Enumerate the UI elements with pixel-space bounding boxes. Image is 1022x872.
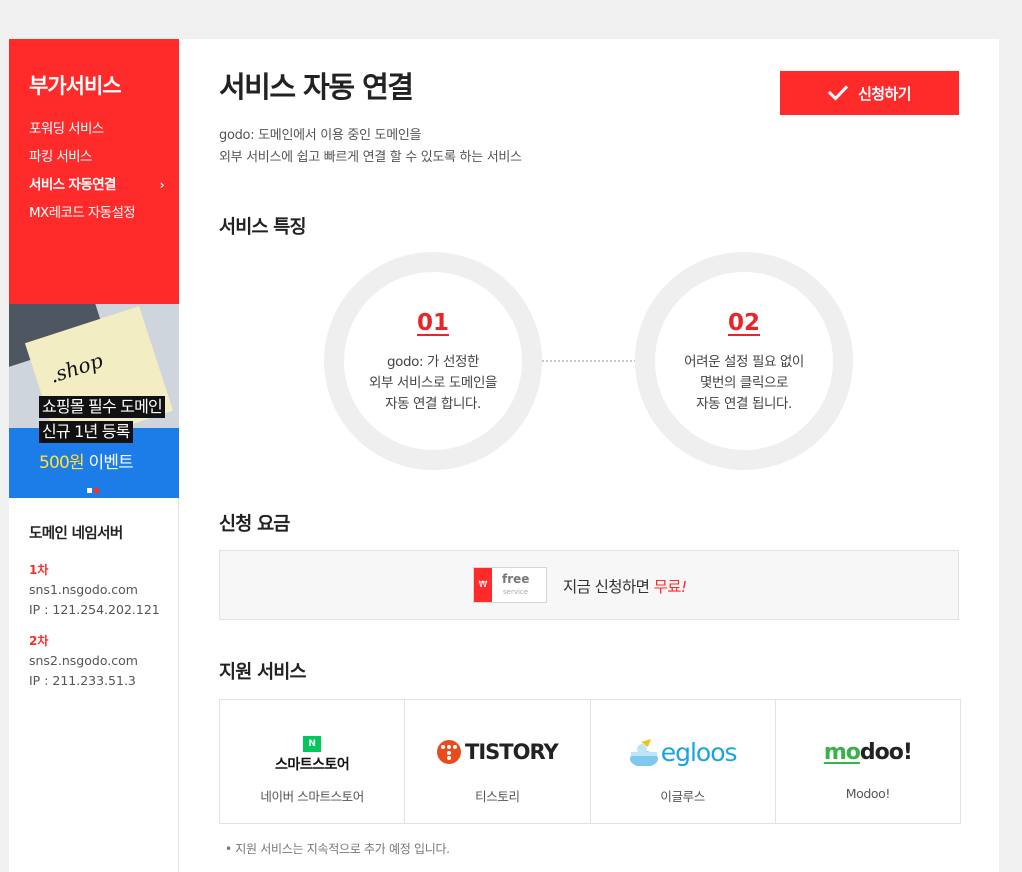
sidebar-menu: 포워딩 서비스 파킹 서비스 서비스 자동연결 › MX레코드 자동설정: [29, 119, 165, 231]
fee-text: 지금 신청하면 무료!: [563, 575, 687, 597]
shop-domain-banner[interactable]: .shop 쇼핑몰 필수 도메인 신규 1년 등록 500원 이벤트: [9, 304, 179, 498]
fee-box: ₩ free service 지금 신청하면 무료!: [219, 550, 959, 620]
feature-text: 어려운 설정 필요 없이 몇번의 클릭으로 자동 연결 됩니다.: [655, 352, 833, 415]
nameserver-secondary-label: 2차: [29, 634, 49, 648]
fee-text-prefix: 지금 신청하면: [563, 578, 654, 596]
feature-number: 02: [727, 310, 760, 336]
modoo-logo: modoo!: [776, 732, 960, 772]
nameserver-primary-label: 1차: [29, 563, 49, 577]
tistory-logo: TISTORY: [405, 732, 589, 772]
feature-connector: [542, 360, 636, 362]
description-line-2: 외부 서비스에 쉽고 빠르게 연결 할 수 있도록 하는 서비스: [219, 150, 522, 165]
banner-line-1: 쇼핑몰 필수 도메인: [39, 396, 165, 418]
sidebar-item-service-auto-connect[interactable]: 서비스 자동연결 ›: [29, 175, 165, 203]
features-title: 서비스 특징: [219, 217, 307, 238]
fee-title: 신청 요금: [219, 514, 290, 535]
banner-pager: [87, 478, 101, 497]
feature-text-line: 외부 서비스로 도메인을: [369, 375, 497, 391]
feature-circle-01: 01 godo: 가 선정한 외부 서비스로 도메인을 자동 연결 합니다.: [324, 252, 542, 470]
nameserver-secondary: 2차 sns2.nsgodo.com IP : 211.233.51.3: [29, 631, 138, 691]
description-line-1: godo: 도메인에서 이용 중인 도메인을: [219, 128, 422, 143]
won-tag: ₩: [474, 568, 492, 602]
service-name: 이글루스: [660, 789, 705, 804]
feature-text-line: 자동 연결 합니다.: [385, 396, 481, 412]
service-name: Modoo!: [845, 786, 891, 801]
sidebar: 부가서비스 포워딩 서비스 파킹 서비스 서비스 자동연결 › MX레코드 자동…: [9, 39, 179, 872]
sidebar-title: 부가서비스: [29, 74, 122, 98]
service-name: 네이버 스마트스토어: [260, 789, 364, 804]
apply-button[interactable]: 신청하기: [780, 71, 959, 115]
smartstore-logo: N 스마트스토어: [220, 732, 404, 773]
page-description: godo: 도메인에서 이용 중인 도메인을 외부 서비스에 쉽고 빠르게 연결…: [219, 125, 522, 169]
egloos-logo: egloos: [591, 732, 775, 772]
modoo-logo-text-b: doo!: [859, 739, 913, 765]
feature-text: godo: 가 선정한 외부 서비스로 도메인을 자동 연결 합니다.: [344, 352, 522, 415]
page-title: 서비스 자동 연결: [219, 70, 414, 104]
sidebar-item-parking[interactable]: 파킹 서비스: [29, 147, 164, 175]
banner-dot-2[interactable]: [94, 488, 99, 493]
naver-n-icon: N: [303, 735, 322, 752]
sidebar-item-forwarding[interactable]: 포워딩 서비스: [29, 119, 164, 147]
fee-exclaim: !: [680, 578, 687, 596]
banner-event-label: 이벤트: [83, 453, 134, 473]
service-egloos[interactable]: egloos 이글루스: [591, 700, 776, 823]
feature-text-line: 몇번의 클릭으로: [699, 375, 789, 391]
feature-number: 01: [416, 310, 449, 336]
service-modoo[interactable]: modoo! Modoo!: [776, 700, 960, 823]
feature-text-line: 어려운 설정 필요 없이: [684, 354, 804, 370]
egloos-logo-text: egloos: [660, 737, 738, 767]
modoo-logo-text-a: mo: [823, 739, 861, 765]
banner-event-text: 500원 이벤트: [39, 448, 134, 473]
check-icon: [828, 85, 849, 101]
feature-circle-02: 02 어려운 설정 필요 없이 몇번의 클릭으로 자동 연결 됩니다.: [635, 252, 853, 470]
apply-button-label: 신청하기: [858, 84, 911, 103]
nameserver-title: 도메인 네임서버: [29, 526, 123, 542]
free-service-icon: ₩ free service: [473, 567, 547, 603]
support-title: 지원 서비스: [219, 662, 307, 683]
banner-dot-1[interactable]: [87, 488, 92, 493]
igloo-icon: [629, 739, 658, 766]
smartstore-logo-text: 스마트스토어: [274, 756, 350, 773]
sidebar-header: 부가서비스 포워딩 서비스 파킹 서비스 서비스 자동연결 › MX레코드 자동…: [9, 39, 179, 304]
sidebar-item-label: 서비스 자동연결: [29, 177, 116, 193]
support-note: • 지원 서비스는 지속적으로 추가 예정 입니다.: [225, 842, 450, 856]
fee-free-label: 무료: [653, 578, 682, 596]
service-smartstore[interactable]: N 스마트스토어 네이버 스마트스토어: [220, 700, 406, 823]
page-container: 부가서비스 포워딩 서비스 파킹 서비스 서비스 자동연결 › MX레코드 자동…: [9, 39, 999, 872]
service-tistory[interactable]: TISTORY 티스토리: [405, 700, 591, 823]
banner-line-2: 신규 1년 등록: [39, 421, 133, 443]
service-icon-label: service: [503, 588, 529, 596]
feature-text-line: 자동 연결 됩니다.: [696, 396, 792, 412]
tistory-ball-icon: [437, 740, 462, 764]
tistory-logo-text: TISTORY: [465, 740, 559, 764]
nameserver-secondary-ip: IP : 211.233.51.3: [29, 673, 136, 688]
nameserver-primary-ip: IP : 121.254.202.121: [29, 602, 160, 617]
supported-services: N 스마트스토어 네이버 스마트스토어 TISTORY 티스토리 egloos …: [219, 699, 961, 824]
service-name: 티스토리: [475, 789, 520, 804]
free-icon-label: free: [502, 572, 530, 586]
nameserver-secondary-host: sns2.nsgodo.com: [29, 653, 138, 668]
sidebar-item-mx-record[interactable]: MX레코드 자동설정: [29, 203, 164, 231]
nameserver-primary: 1차 sns1.nsgodo.com IP : 121.254.202.121: [29, 560, 160, 620]
banner-price: 500원: [39, 453, 85, 473]
chevron-right-icon: ›: [159, 178, 165, 192]
feature-text-line: godo: 가 선정한: [386, 354, 480, 370]
nameserver-primary-host: sns1.nsgodo.com: [29, 582, 138, 597]
